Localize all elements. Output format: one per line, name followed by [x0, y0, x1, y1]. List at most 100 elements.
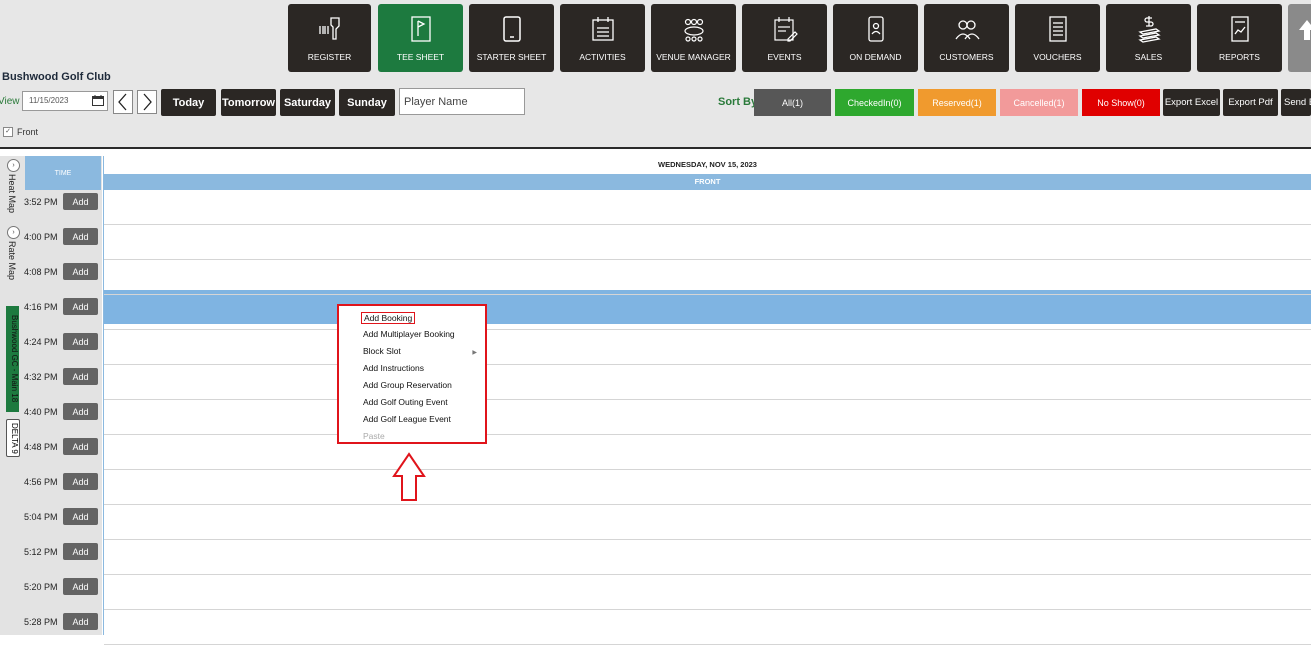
people-table-icon: [681, 14, 707, 44]
table-row-divider: [104, 224, 1311, 225]
course-tab[interactable]: Bushwood GC - Main 18: [6, 306, 19, 412]
sort-noshow-label: No Show(0): [1097, 98, 1145, 108]
add-group-reservation-menu-item[interactable]: Add Group Reservation: [363, 380, 452, 390]
export-excel-button[interactable]: Export Excel: [1163, 89, 1220, 116]
heat-map-expand-icon[interactable]: ›: [7, 159, 20, 172]
front-checkbox[interactable]: ✓: [3, 127, 13, 137]
table-row-divider: [104, 434, 1311, 435]
nav-label: REGISTER: [308, 52, 351, 62]
add-tee-time-button[interactable]: Add: [63, 298, 98, 315]
users-icon: [954, 14, 980, 44]
today-button[interactable]: Today: [161, 89, 216, 116]
time-label: 4:32 PM: [24, 372, 58, 382]
tablet-icon: [499, 14, 525, 44]
sort-all-button[interactable]: All(1): [754, 89, 831, 116]
date-value: 11/15/2023: [29, 96, 68, 105]
player-name-input[interactable]: Player Name: [399, 88, 525, 115]
add-tee-time-button[interactable]: Add: [63, 228, 98, 245]
time-label: 4:24 PM: [24, 337, 58, 347]
add-tee-time-button[interactable]: Add: [63, 333, 98, 350]
chevron-right-icon: [138, 91, 156, 113]
selected-row-highlight: [104, 290, 1311, 324]
nav-tee-sheet-button[interactable]: TEE SHEET: [378, 4, 463, 72]
chevron-left-icon: [114, 91, 132, 113]
rate-map-tab[interactable]: Rate Map: [7, 241, 17, 280]
add-tee-time-button[interactable]: Add: [63, 508, 98, 525]
calendar-edit-icon: [772, 14, 798, 44]
nav-label: TEE SHEET: [397, 52, 444, 62]
add-booking-menu-item[interactable]: Add Booking: [361, 312, 415, 324]
add-tee-time-button[interactable]: Add: [63, 263, 98, 280]
export-pdf-button[interactable]: Export Pdf: [1223, 89, 1278, 116]
add-tee-time-button[interactable]: Add: [63, 193, 98, 210]
send-email-button[interactable]: Send E: [1281, 89, 1311, 116]
add-tee-time-button[interactable]: Add: [63, 613, 98, 630]
add-instructions-menu-item[interactable]: Add Instructions: [363, 363, 424, 373]
nav-events-button[interactable]: EVENTS: [742, 4, 827, 72]
nav-label: REPORTS: [1219, 52, 1260, 62]
add-tee-time-button[interactable]: Add: [63, 473, 98, 490]
table-row-divider: [104, 504, 1311, 505]
time-label: 4:40 PM: [24, 407, 58, 417]
flag-sheet-icon: [408, 14, 434, 44]
nav-on-demand-button[interactable]: ON DEMAND: [833, 4, 918, 72]
nav-vouchers-button[interactable]: VOUCHERS: [1015, 4, 1100, 72]
time-label: 4:08 PM: [24, 267, 58, 277]
report-chart-icon: [1227, 14, 1253, 44]
document-list-icon: [1045, 14, 1071, 44]
nav-sales-button[interactable]: SALES: [1106, 4, 1191, 72]
add-tee-time-button[interactable]: Add: [63, 543, 98, 560]
time-label: 3:52 PM: [24, 197, 58, 207]
next-day-button[interactable]: [137, 90, 157, 114]
saturday-button[interactable]: Saturday: [280, 89, 335, 116]
sort-reserved-button[interactable]: Reserved(1): [918, 89, 996, 116]
sunday-button[interactable]: Sunday: [339, 89, 395, 116]
table-row-divider: [104, 574, 1311, 575]
nav-label: EVENTS: [767, 52, 801, 62]
add-multiplayer-booking-menu-item[interactable]: Add Multiplayer Booking: [363, 329, 455, 339]
nav-reports-button[interactable]: REPORTS: [1197, 4, 1282, 72]
nav-more-button[interactable]: [1288, 4, 1311, 72]
front-checkbox-row[interactable]: ✓ Front: [3, 127, 38, 137]
barcode-scanner-icon: [317, 14, 343, 44]
nav-venue-manager-button[interactable]: VENUE MANAGER: [651, 4, 736, 72]
add-tee-time-button[interactable]: Add: [63, 578, 98, 595]
calendar-icon[interactable]: [92, 95, 104, 106]
front-checkbox-label: Front: [17, 127, 38, 137]
nav-label: SALES: [1135, 52, 1162, 62]
nav-customers-button[interactable]: CUSTOMERS: [924, 4, 1009, 72]
delta-tab[interactable]: DELTA 9: [6, 419, 20, 457]
date-picker[interactable]: 11/15/2023: [22, 91, 108, 111]
sort-cancelled-button[interactable]: Cancelled(1): [1000, 89, 1078, 116]
heat-map-tab[interactable]: Heat Map: [7, 174, 17, 213]
add-tee-time-button[interactable]: Add: [63, 403, 98, 420]
club-name: Bushwood Golf Club: [2, 71, 111, 83]
add-tee-time-button[interactable]: Add: [63, 368, 98, 385]
add-golf-league-event-menu-item[interactable]: Add Golf League Event: [363, 414, 451, 424]
calendar-list-icon: [590, 14, 616, 44]
table-row-divider: [104, 539, 1311, 540]
nav-starter-sheet-button[interactable]: STARTER SHEET: [469, 4, 554, 72]
prev-day-button[interactable]: [113, 90, 133, 114]
time-label: 4:16 PM: [24, 302, 58, 312]
up-arrow-annotation-icon: [392, 452, 426, 502]
phone-person-icon: [863, 14, 889, 44]
sort-checkedin-button[interactable]: CheckedIn(0): [835, 89, 914, 116]
block-slot-menu-item[interactable]: Block Slot: [363, 346, 401, 356]
add-golf-outing-event-menu-item[interactable]: Add Golf Outing Event: [363, 397, 448, 407]
table-row-divider: [104, 329, 1311, 330]
table-row-divider: [104, 609, 1311, 610]
nav-activities-button[interactable]: ACTIVITIES: [560, 4, 645, 72]
nav-register-button[interactable]: REGISTER: [288, 4, 371, 72]
context-menu: Add Booking Add Multiplayer Booking Bloc…: [337, 304, 487, 444]
time-label: 5:20 PM: [24, 582, 58, 592]
rate-map-expand-icon[interactable]: ›: [7, 226, 20, 239]
tomorrow-button[interactable]: Tomorrow: [221, 89, 276, 116]
table-row-divider: [104, 294, 1311, 295]
sort-noshow-button[interactable]: No Show(0): [1082, 89, 1160, 116]
time-label: 4:00 PM: [24, 232, 58, 242]
time-label: 5:12 PM: [24, 547, 58, 557]
nav-label: CUSTOMERS: [939, 52, 993, 62]
add-tee-time-button[interactable]: Add: [63, 438, 98, 455]
table-row-divider: [104, 259, 1311, 260]
